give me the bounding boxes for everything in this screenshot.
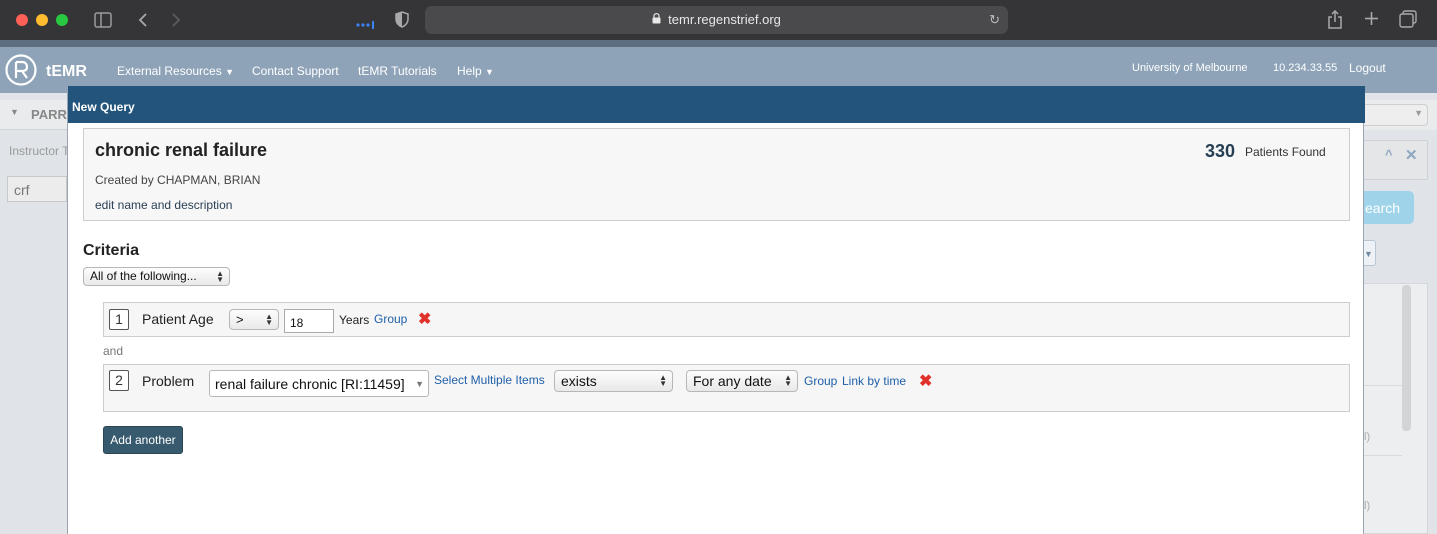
link-by-time-link[interactable]: Link by time xyxy=(842,374,906,388)
operator-value: > xyxy=(236,312,244,327)
group-link[interactable]: Group xyxy=(804,374,837,388)
nav-temr-tutorials[interactable]: tEMR Tutorials xyxy=(358,64,437,78)
updown-arrows-icon: ▲ ▼ xyxy=(216,268,224,284)
select-multiple-items-link[interactable]: Select Multiple Items xyxy=(434,373,545,387)
close-panel-icon[interactable]: ✕ xyxy=(1405,146,1418,164)
caret-down-icon: ▼ xyxy=(225,67,234,77)
caret-down-icon: ▼ xyxy=(485,67,494,77)
list-divider xyxy=(1364,455,1402,456)
background-results-list xyxy=(1364,283,1428,534)
updown-arrows-icon: ▲ ▼ xyxy=(659,373,667,388)
new-query-dialog: New Query chronic renal failure 330 Pati… xyxy=(67,86,1365,534)
institution-name: University of Melbourne xyxy=(1132,62,1248,74)
address-bar[interactable]: temr.regenstrief.org ↻ xyxy=(425,6,1008,34)
background-list-text: l) xyxy=(1364,431,1371,443)
back-icon[interactable] xyxy=(137,12,149,32)
criterion-label: Problem xyxy=(142,373,195,389)
browser-toolbar: temr.regenstrief.org ↻ xyxy=(0,0,1437,40)
close-window-button[interactable] xyxy=(16,14,28,26)
add-another-button[interactable]: Add another xyxy=(103,426,183,454)
maximize-window-button[interactable] xyxy=(56,14,68,26)
dropdown-icon: ▼ xyxy=(415,379,424,389)
tabs-overview-icon[interactable] xyxy=(1399,10,1417,31)
criteria-heading: Criteria xyxy=(83,242,140,259)
background-list-text: l) xyxy=(1364,500,1371,512)
reload-icon[interactable]: ↻ xyxy=(989,6,1000,34)
query-summary-card: chronic renal failure 330 Patients Found… xyxy=(83,128,1350,221)
collapse-up-icon[interactable]: ^ xyxy=(1385,147,1393,162)
query-name: chronic renal failure xyxy=(95,140,268,160)
criterion-row-age: 1 Patient Age > ▲ ▼ 18 Years Group ✖ xyxy=(103,302,1350,337)
shield-icon[interactable] xyxy=(395,11,409,31)
date-scope-value: For any date xyxy=(693,373,772,389)
background-widget-header xyxy=(1364,140,1428,180)
nav-external-resources[interactable]: External Resources ▼ xyxy=(117,64,234,78)
background-search-input[interactable]: crf xyxy=(7,176,67,202)
forward-icon[interactable] xyxy=(170,12,182,32)
join-word: and xyxy=(103,344,124,358)
collapse-icon[interactable]: ▼ xyxy=(10,107,19,117)
updown-arrows-icon: ▲ ▼ xyxy=(265,311,273,327)
sidebar-icon[interactable] xyxy=(94,12,112,32)
list-divider xyxy=(1364,385,1402,386)
delete-criterion-icon[interactable]: ✖ xyxy=(919,371,932,391)
date-scope-select[interactable]: For any date ▲ ▼ xyxy=(686,370,798,392)
nav-help[interactable]: Help ▼ xyxy=(457,64,494,78)
criterion-label: Patient Age xyxy=(142,311,214,327)
created-by: Created by CHAPMAN, BRIAN xyxy=(95,173,261,187)
share-icon[interactable] xyxy=(1327,9,1343,32)
nav-contact-support[interactable]: Contact Support xyxy=(252,64,339,78)
new-tab-icon[interactable] xyxy=(1364,11,1379,29)
dropdown-icon: ▼ xyxy=(1414,108,1423,118)
instructor-label: Instructor T xyxy=(9,144,70,158)
condition-value: exists xyxy=(561,373,597,389)
patients-found-label: Patients Found xyxy=(1245,145,1326,159)
delete-criterion-icon[interactable]: ✖ xyxy=(418,309,431,329)
age-value-input[interactable]: 18 xyxy=(284,309,334,333)
lock-icon xyxy=(652,13,664,27)
updown-arrows-icon: ▲ ▼ xyxy=(784,373,792,388)
criterion-number: 1 xyxy=(109,309,129,330)
ip-address: 10.234.33.55 xyxy=(1273,62,1338,74)
criteria-mode-value: All of the following... xyxy=(90,269,197,283)
header-strip xyxy=(0,40,1437,47)
edit-name-link[interactable]: edit name and description xyxy=(95,198,232,212)
patients-count: 330 xyxy=(1205,141,1236,161)
nav-label: External Resources xyxy=(117,64,222,78)
problem-item-combobox[interactable]: renal failure chronic [RI:11459] ▼ xyxy=(209,370,429,397)
nav-label: Help xyxy=(457,64,482,78)
url-text: temr.regenstrief.org xyxy=(668,12,781,27)
app-logo-text[interactable]: tEMR xyxy=(46,63,87,81)
filter-icon[interactable]: ▼ xyxy=(1364,240,1376,266)
background-scrollbar[interactable] xyxy=(1402,285,1411,431)
logout-link[interactable]: Logout xyxy=(1349,61,1386,75)
problem-item-value: renal failure chronic [RI:11459] xyxy=(215,376,405,392)
password-icon[interactable] xyxy=(356,17,376,32)
criteria-mode-select[interactable]: All of the following... ▲ ▼ xyxy=(83,267,230,286)
dialog-title: New Query xyxy=(68,86,1365,123)
criterion-number: 2 xyxy=(109,370,129,391)
condition-select[interactable]: exists ▲ ▼ xyxy=(554,370,673,392)
minimize-window-button[interactable] xyxy=(36,14,48,26)
background-panel-title: PARR xyxy=(31,107,67,122)
background-select[interactable]: ▼ xyxy=(1364,104,1428,126)
criterion-row-problem: 2 Problem renal failure chronic [RI:1145… xyxy=(103,364,1350,412)
temr-logo-icon[interactable] xyxy=(5,54,37,89)
age-unit: Years xyxy=(339,313,370,327)
group-link[interactable]: Group xyxy=(374,312,407,326)
background-search-button[interactable]: earch xyxy=(1364,191,1414,224)
age-operator-select[interactable]: > ▲ ▼ xyxy=(229,309,279,330)
